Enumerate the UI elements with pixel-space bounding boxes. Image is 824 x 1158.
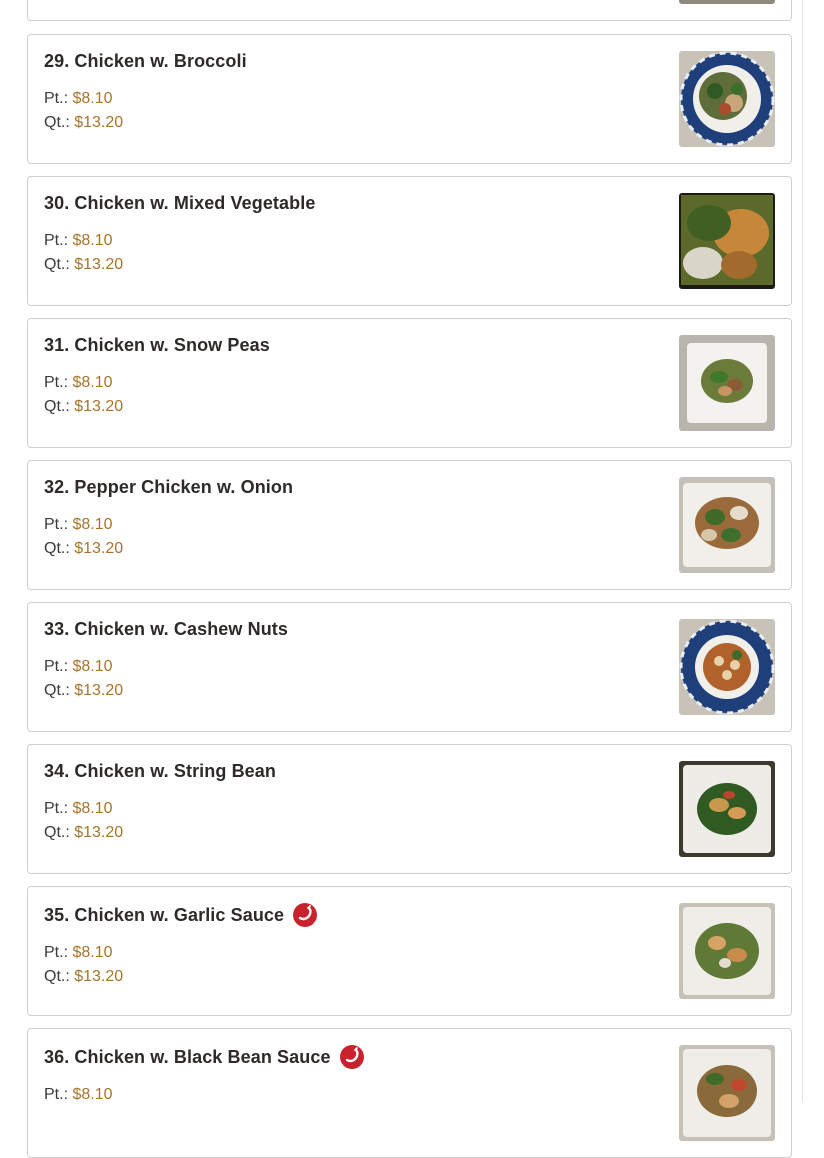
item-prices: Pt.: $8.10 [44,1083,113,1107]
menu-item-card[interactable]: 29. Chicken w. Broccoli Pt.: $8.10 Qt.: … [27,34,792,164]
pint-label: Pt.: [44,90,69,107]
pint-label: Pt.: [44,516,69,533]
quart-label: Qt.: [44,540,70,557]
item-name: 29. Chicken w. Broccoli [44,51,247,71]
item-title: 36. Chicken w. Black Bean Sauce [44,1045,364,1069]
quart-price: $13.20 [74,540,124,557]
quart-price: $13.20 [74,682,124,699]
quart-price: $13.20 [74,398,124,415]
dish-photo[interactable] [679,619,775,715]
item-title: 31. Chicken w. Snow Peas [44,335,270,356]
quart-label: Qt.: [44,114,70,131]
item-prices: Pt.: $8.10 Qt.: $13.20 [44,655,123,703]
item-name: 36. Chicken w. Black Bean Sauce [44,1046,331,1067]
pint-label: Pt.: [44,658,69,675]
item-name: 33. Chicken w. Cashew Nuts [44,619,289,639]
item-name: 31. Chicken w. Snow Peas [44,335,270,355]
item-title: 30. Chicken w. Mixed Vegetable [44,193,315,214]
pint-price: $8.10 [72,374,113,391]
pint-price: $8.10 [72,232,113,249]
dish-photo[interactable] [679,761,775,857]
item-prices: Pt.: $8.10 Qt.: $13.20 [44,87,123,135]
pint-price: $8.10 [72,1086,113,1103]
quart-label: Qt.: [44,824,70,841]
pint-label: Pt.: [44,944,69,961]
quart-label: Qt.: [44,398,70,415]
chili-pepper-icon [293,903,318,927]
menu-item-card[interactable]: 31. Chicken w. Snow Peas Pt.: $8.10 Qt.:… [27,318,792,448]
pint-label: Pt.: [44,232,69,249]
item-name: 32. Pepper Chicken w. Onion [44,477,294,497]
menu-item-card[interactable]: 32. Pepper Chicken w. Onion Pt.: $8.10 Q… [27,460,792,590]
item-prices: Pt.: $8.10 Qt.: $13.20 [44,941,123,989]
menu-item-card-partial[interactable] [27,0,792,21]
item-prices: Pt.: $8.10 Qt.: $13.20 [44,513,123,561]
dish-photo[interactable] [679,51,775,147]
item-prices: Pt.: $8.10 Qt.: $13.20 [44,229,123,277]
pint-price: $8.10 [72,944,113,961]
menu-item-card[interactable]: 33. Chicken w. Cashew Nuts Pt.: $8.10 Qt… [27,602,792,732]
item-title: 34. Chicken w. String Bean [44,761,276,782]
item-name: 35. Chicken w. Garlic Sauce [44,904,285,925]
item-prices: Pt.: $8.10 Qt.: $13.20 [44,371,123,419]
quart-label: Qt.: [44,968,70,985]
menu-item-card[interactable]: 36. Chicken w. Black Bean Sauce Pt.: $8.… [27,1028,792,1158]
item-name: 34. Chicken w. String Bean [44,761,276,781]
item-title: 33. Chicken w. Cashew Nuts [44,619,288,640]
item-prices: Pt.: $8.10 Qt.: $13.20 [44,797,123,845]
dish-photo[interactable] [679,193,775,289]
pint-price: $8.10 [72,800,113,817]
menu-item-card[interactable]: 35. Chicken w. Garlic Sauce Pt.: $8.10 Q… [27,886,792,1016]
quart-price: $13.20 [74,114,124,131]
pint-price: $8.10 [72,658,113,675]
dish-photo [679,0,775,4]
pint-price: $8.10 [72,516,113,533]
item-title: 35. Chicken w. Garlic Sauce [44,903,318,927]
quart-label: Qt.: [44,256,70,273]
item-title: 29. Chicken w. Broccoli [44,51,247,72]
pint-label: Pt.: [44,800,69,817]
dish-photo[interactable] [679,903,775,999]
pint-label: Pt.: [44,1086,69,1103]
quart-price: $13.20 [74,256,124,273]
menu-item-card[interactable]: 34. Chicken w. String Bean Pt.: $8.10 Qt… [27,744,792,874]
pint-label: Pt.: [44,374,69,391]
pint-price: $8.10 [72,90,113,107]
dish-photo[interactable] [679,335,775,431]
item-title: 32. Pepper Chicken w. Onion [44,477,293,498]
item-name: 30. Chicken w. Mixed Vegetable [44,193,316,213]
quart-price: $13.20 [74,968,124,985]
chili-pepper-icon [339,1045,364,1069]
menu-item-card[interactable]: 30. Chicken w. Mixed Vegetable Pt.: $8.1… [27,176,792,306]
quart-label: Qt.: [44,682,70,699]
page-divider [802,0,803,1103]
dish-photo[interactable] [679,1045,775,1141]
dish-photo[interactable] [679,477,775,573]
quart-price: $13.20 [74,824,124,841]
